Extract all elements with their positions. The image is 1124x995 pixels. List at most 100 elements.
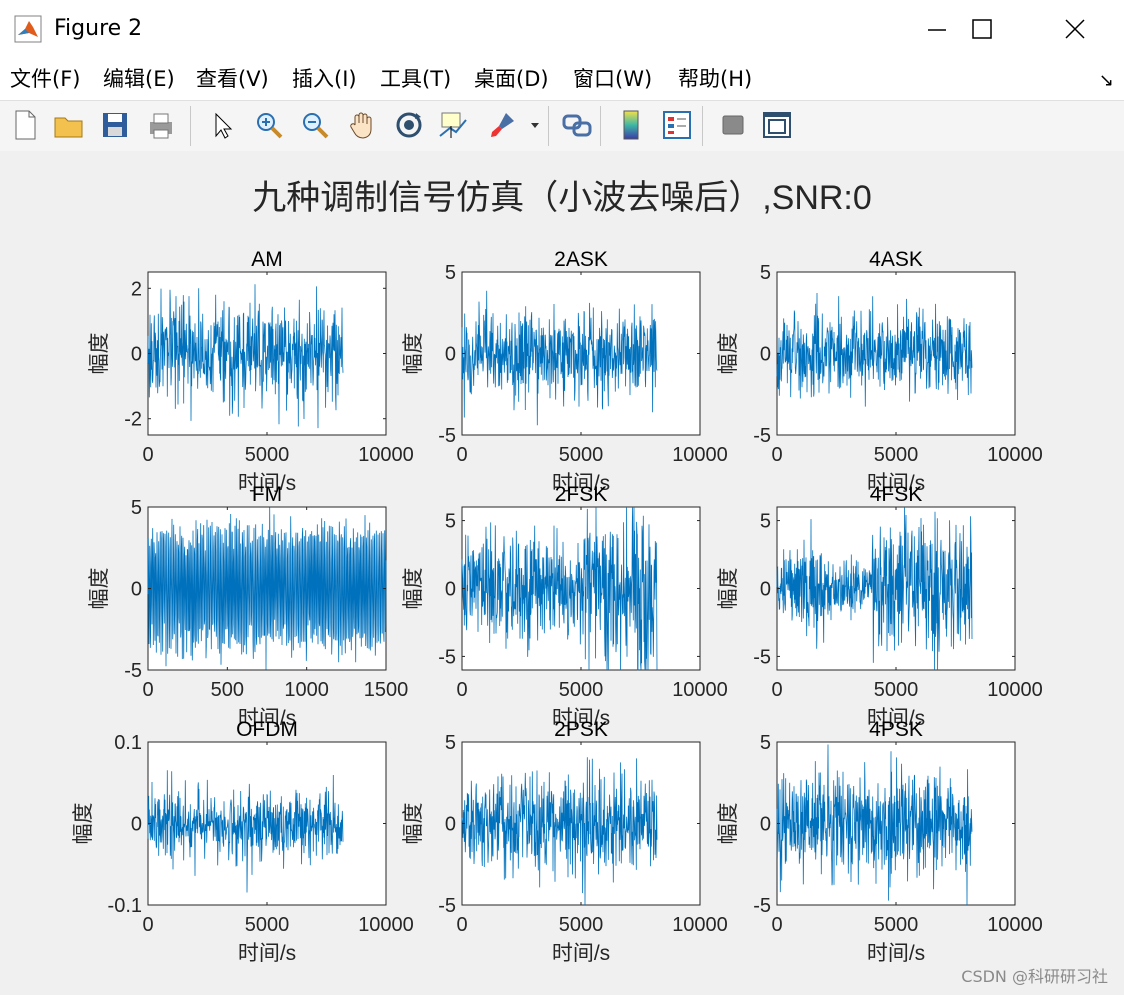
x-tick-label: 10000 [987, 444, 1043, 466]
figure-title: 九种调制信号仿真（小波去噪后）,SNR:0 [252, 179, 872, 217]
x-tick-label: 5000 [559, 679, 604, 701]
print-button[interactable] [144, 108, 178, 142]
matlab-logo-icon [14, 15, 42, 43]
subplot-2ask: 0 5000 10000-5052ASK时间/s幅度 [402, 248, 728, 495]
y-tick-label: -0.1 [108, 895, 142, 917]
menu-file[interactable]: 文件(F) [10, 64, 80, 94]
x-tick-label: 0 [142, 679, 153, 701]
open-folder-button[interactable] [52, 108, 86, 142]
y-axis-label: 幅度 [88, 333, 111, 375]
y-tick-label: 5 [445, 511, 456, 533]
y-axis-label: 幅度 [88, 568, 111, 610]
new-file-button[interactable] [8, 108, 42, 142]
subplot-title: FM [252, 483, 282, 506]
rotate-3d-button[interactable] [392, 108, 426, 142]
x-tick-label: 5000 [245, 444, 290, 466]
x-tick-label: 0 [142, 444, 153, 466]
title-bar: Figure 2 [0, 0, 1124, 58]
y-tick-label: -2 [124, 409, 142, 431]
hide-plot-tools-button[interactable] [716, 108, 750, 142]
pointer-button[interactable] [204, 108, 238, 142]
x-tick-label: 10000 [672, 444, 728, 466]
brush-icon [491, 113, 514, 137]
pan-hand-button[interactable] [346, 108, 380, 142]
subplot-title: 2ASK [554, 248, 608, 271]
x-axis-label: 时间/s [867, 942, 925, 965]
subplot-2psk: 0 5000 10000-5052PSK时间/s幅度 [402, 718, 728, 965]
maximize-button[interactable] [937, 0, 1027, 58]
legend-button[interactable] [660, 108, 694, 142]
x-tick-label: 0 [771, 444, 782, 466]
brush-button[interactable] [486, 108, 520, 142]
subplot-title: 2FSK [555, 483, 608, 506]
y-axis-label: 幅度 [402, 568, 425, 610]
subplot-4psk: 0 5000 10000-5054PSK时间/s幅度 [717, 718, 1043, 965]
subplot-title: 2PSK [554, 718, 608, 741]
zoom-out-button[interactable] [298, 108, 332, 142]
maximize-icon [972, 19, 992, 39]
y-axis-label: 幅度 [717, 568, 740, 610]
show-plot-tools-icon [763, 112, 791, 138]
link-plot-icon [562, 114, 592, 137]
colorbar-button[interactable] [614, 108, 648, 142]
close-button[interactable] [1030, 0, 1120, 58]
x-tick-label: 10000 [672, 914, 728, 936]
subplot-am: 0 5000 10000-202AM时间/s幅度 [88, 248, 414, 495]
x-axis-label: 时间/s [238, 942, 296, 965]
zoom-in-button[interactable] [252, 108, 286, 142]
y-tick-label: 5 [445, 262, 456, 284]
zoom-in-icon [257, 113, 283, 139]
menu-window[interactable]: 窗口(W) [573, 64, 652, 94]
zoom-out-icon [303, 113, 329, 139]
menu-desktop[interactable]: 桌面(D) [474, 64, 549, 94]
y-tick-label: 0 [131, 344, 142, 366]
y-tick-label: 0 [445, 344, 456, 366]
show-plot-tools-button[interactable] [760, 108, 794, 142]
menu-view[interactable]: 查看(V) [196, 64, 269, 94]
menu-edit[interactable]: 编辑(E) [103, 64, 175, 94]
menu-insert[interactable]: 插入(I) [292, 64, 357, 94]
y-tick-label: 0 [131, 579, 142, 601]
x-tick-label: 10000 [987, 914, 1043, 936]
y-tick-label: -5 [438, 425, 456, 447]
menu-help[interactable]: 帮助(H) [678, 64, 752, 94]
y-axis-label: 幅度 [402, 803, 425, 845]
menu-tools[interactable]: 工具(T) [380, 64, 451, 94]
save-button[interactable] [98, 108, 132, 142]
toolbar-separator [600, 106, 601, 146]
y-tick-label: -5 [753, 895, 771, 917]
data-cursor-button[interactable] [436, 108, 470, 142]
y-tick-label: 5 [760, 511, 771, 533]
figure-canvas: 九种调制信号仿真（小波去噪后）,SNR:0 0 5000 10000-202AM时间… [0, 151, 1124, 995]
watermark: CSDN @科研研习社 [961, 967, 1108, 986]
new-file-icon [15, 110, 36, 140]
toolbar-separator [548, 106, 549, 146]
subplot-title: 4FSK [870, 483, 923, 506]
x-tick-label: 5000 [559, 444, 604, 466]
y-tick-label: 5 [760, 732, 771, 754]
dock-arrow-icon[interactable]: ↘ [1099, 70, 1114, 91]
data-cursor-icon [439, 112, 467, 138]
y-tick-label: -5 [753, 646, 771, 668]
subplot-4ask: 0 5000 10000-5054ASK时间/s幅度 [717, 248, 1043, 495]
y-tick-label: 0 [445, 579, 456, 601]
legend-icon [663, 111, 691, 139]
link-plot-button[interactable] [560, 108, 594, 142]
subplot-fm: 0 500 1000 1500-505FM时间/s幅度 [88, 483, 408, 730]
rotate-3d-icon [396, 112, 422, 138]
subplot-title: AM [251, 248, 283, 271]
y-tick-label: 0 [760, 579, 771, 601]
y-tick-label: 0 [445, 814, 456, 836]
y-axis-label: 幅度 [72, 803, 95, 845]
x-tick-label: 0 [456, 444, 467, 466]
x-tick-label: 0 [771, 679, 782, 701]
subplot-title: 4ASK [869, 248, 923, 271]
brush-dropdown-button[interactable] [528, 108, 542, 142]
y-tick-label: 0 [760, 344, 771, 366]
subplot-title: 4PSK [869, 718, 923, 741]
y-axis-label: 幅度 [717, 803, 740, 845]
y-tick-label: 5 [131, 497, 142, 519]
y-tick-label: 0.1 [114, 732, 142, 754]
close-icon [1065, 19, 1085, 39]
pan-hand-icon [350, 112, 372, 139]
